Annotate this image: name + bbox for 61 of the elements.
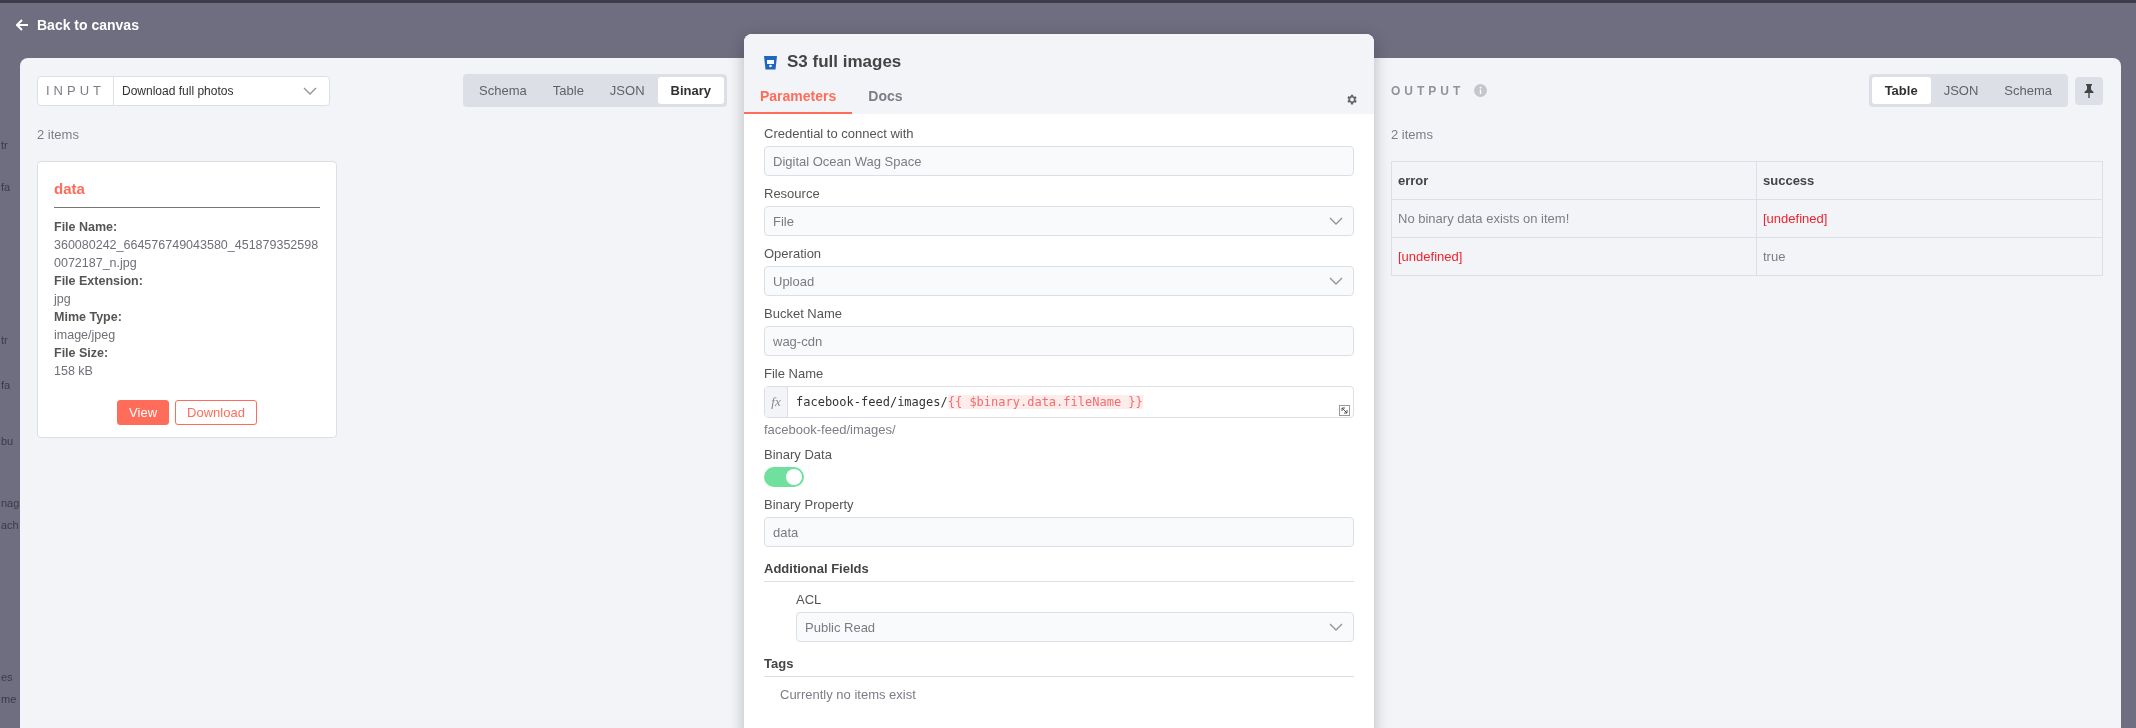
view-tab[interactable]: Table: [539, 77, 597, 104]
input-field[interactable]: wag-cdn: [764, 326, 1354, 356]
empty-note: Currently no items exist: [779, 686, 917, 702]
table-cell: No binary data exists on item!: [1391, 199, 1757, 238]
field-label: Binary Data: [764, 447, 833, 462]
chevron-down-icon: [1329, 623, 1343, 631]
expression-preview: facebook-feed/images/: [764, 422, 897, 437]
view-button[interactable]: View: [117, 400, 170, 425]
binary-title: data: [54, 180, 320, 208]
toggle-switch[interactable]: [764, 467, 804, 487]
pin-icon: [2084, 83, 2094, 98]
field-label: Mime Type:: [54, 309, 123, 326]
field-value: jpg: [54, 291, 72, 308]
column-header: error: [1391, 161, 1757, 200]
bucket-icon: [764, 54, 777, 70]
section-heading: Additional Fields: [764, 547, 1354, 582]
section-heading: Tags: [764, 642, 1354, 677]
field-value: image/jpeg: [54, 327, 117, 344]
field-label: Bucket Name: [764, 306, 844, 321]
table-cell: [undefined]: [1756, 199, 2103, 238]
table-cell: [undefined]: [1391, 237, 1757, 276]
field-label: File Extension:: [54, 273, 144, 290]
field-label: Credential to connect with: [764, 126, 915, 141]
view-tab[interactable]: Schema: [466, 77, 540, 104]
table-cell: true: [1756, 237, 2103, 276]
select-field[interactable]: Public Read: [796, 612, 1354, 642]
input-field[interactable]: Digital Ocean Wag Space: [764, 146, 1354, 176]
panel-title: OUTPUT: [1391, 83, 1465, 98]
field-label: Resource: [764, 186, 821, 201]
view-tab[interactable]: Table: [1871, 77, 1931, 104]
view-tab[interactable]: JSON: [1930, 77, 1992, 104]
panel-tab[interactable]: Parameters: [744, 84, 853, 114]
pin-button[interactable]: [2075, 76, 2103, 105]
expand-icon[interactable]: [1339, 405, 1350, 416]
back-arrow-icon: [16, 19, 29, 31]
field-label: File Name: [764, 366, 825, 381]
view-tab[interactable]: JSON: [596, 77, 658, 104]
view-tab[interactable]: Schema: [1991, 77, 2065, 104]
settings-icon[interactable]: [1345, 93, 1358, 106]
field-label: Operation: [764, 246, 823, 261]
field-label: Binary Property: [764, 497, 855, 512]
node-title: S3 full images: [787, 52, 902, 72]
select-field[interactable]: Upload: [764, 266, 1354, 296]
column-header: success: [1756, 161, 2103, 200]
select-field[interactable]: File: [764, 206, 1354, 236]
chevron-down-icon: [1329, 277, 1343, 285]
input-field[interactable]: data: [764, 517, 1354, 547]
expression-field[interactable]: fx facebook-feed/images/{{ $binary.data.fileName }}: [764, 386, 1354, 418]
view-tab[interactable]: Binary: [657, 77, 724, 104]
item-count: 2 items: [37, 127, 80, 142]
fx-label: fx: [765, 387, 788, 417]
field-value: 360080242_664576749043580_4518793525980072187_n.jpg: [54, 237, 320, 272]
field-label: ACL: [796, 592, 823, 607]
chevron-down-icon: [1329, 217, 1343, 225]
item-count: 2 items: [1391, 127, 1434, 142]
field-label: File Name:: [54, 219, 119, 236]
field-value: 158 kB: [54, 363, 94, 380]
field-label: File Size:: [54, 345, 110, 362]
download-button[interactable]: Download: [175, 400, 257, 425]
back-to-canvas-link[interactable]: Back to canvas: [16, 17, 139, 33]
panel-tab[interactable]: Docs: [852, 84, 919, 114]
